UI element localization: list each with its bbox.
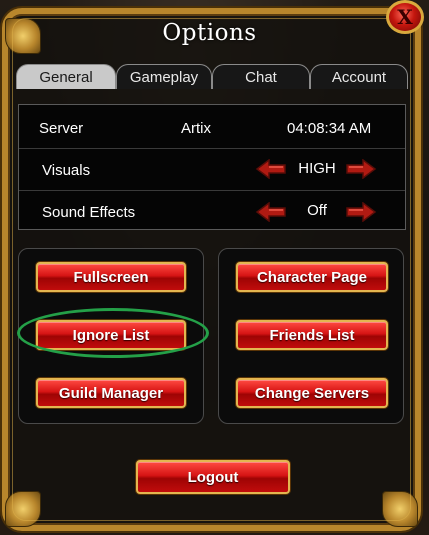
server-label: Server bbox=[39, 120, 84, 137]
logout-button[interactable]: Logout bbox=[136, 460, 290, 494]
sound-effects-row: Sound Effects Off bbox=[19, 190, 405, 231]
server-time: 04:08:34 AM bbox=[287, 120, 372, 137]
tab-chat[interactable]: Chat bbox=[212, 64, 310, 89]
visuals-label: Visuals bbox=[42, 162, 91, 179]
guild-manager-button[interactable]: Guild Manager bbox=[36, 378, 186, 408]
sound-effects-label: Sound Effects bbox=[42, 204, 136, 221]
dialog-title: Options bbox=[162, 20, 257, 46]
character-page-button[interactable]: Character Page bbox=[236, 262, 388, 292]
frame-corner-ornament bbox=[5, 491, 41, 527]
frame-corner-ornament bbox=[382, 491, 418, 527]
fullscreen-button[interactable]: Fullscreen bbox=[36, 262, 186, 292]
server-row: Server Artix 04:08:34 AM bbox=[19, 107, 405, 147]
friends-list-button[interactable]: Friends List bbox=[236, 320, 388, 350]
ignore-list-button[interactable]: Ignore List bbox=[36, 320, 186, 350]
change-servers-button[interactable]: Change Servers bbox=[236, 378, 388, 408]
settings-panel: Server Artix 04:08:34 AM Visuals HIGH So… bbox=[18, 104, 406, 230]
tab-gameplay[interactable]: Gameplay bbox=[116, 64, 212, 89]
visuals-row: Visuals HIGH bbox=[19, 148, 405, 189]
visuals-increase-arrow-icon[interactable] bbox=[345, 159, 377, 179]
server-name: Artix bbox=[181, 120, 211, 137]
tab-general[interactable]: General bbox=[16, 64, 116, 89]
tab-account[interactable]: Account bbox=[310, 64, 408, 89]
sound-increase-arrow-icon[interactable] bbox=[345, 202, 377, 222]
